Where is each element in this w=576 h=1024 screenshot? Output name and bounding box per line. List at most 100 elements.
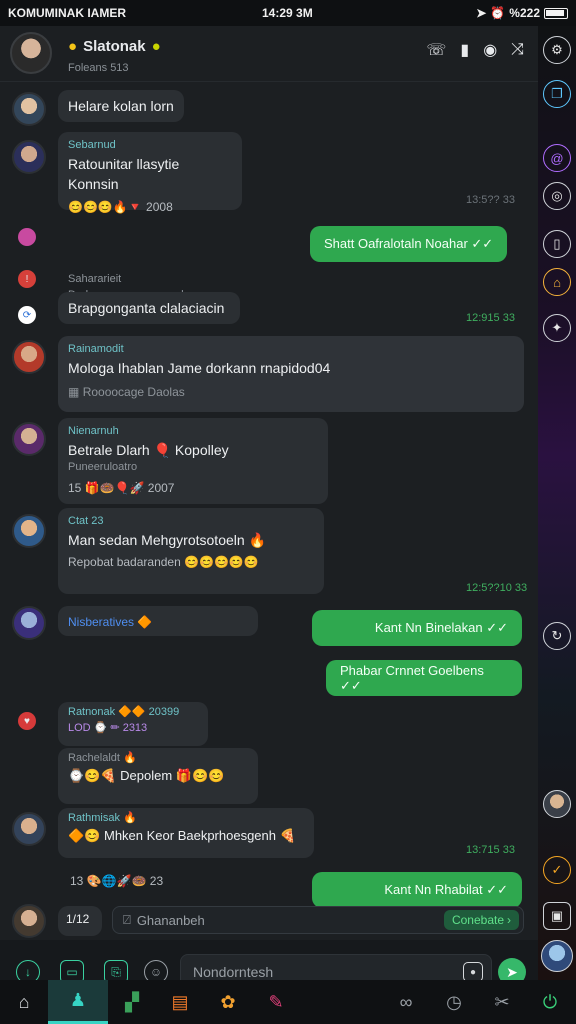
avatar[interactable]: [12, 514, 46, 548]
message-bubble[interactable]: Rainamodit Mologa Ihablan Jame dorkann r…: [58, 336, 524, 412]
lock-icon[interactable]: ⌂: [543, 268, 571, 296]
message-text: Ratounitar llasytie Konnsin: [68, 155, 180, 193]
chat-subtitle: Foleans 513: [68, 62, 129, 74]
reload-icon[interactable]: ↻: [543, 622, 571, 650]
message-subtitle: LOD ⌚ ✏ 2313: [68, 721, 148, 734]
message-bubble[interactable]: Brapgonganta clalaciacin: [58, 292, 240, 325]
outgoing-message[interactable]: Kant Nn Binelakan ✓✓: [312, 610, 522, 646]
avatar[interactable]: [12, 140, 46, 174]
message-bubble[interactable]: Rathmisak 🔥 🔶😊 Mhken Keor Baekprhoesgenh…: [58, 808, 314, 858]
gallery-icon[interactable]: ▞: [108, 980, 156, 1024]
reply-icon: ⍁: [123, 912, 131, 927]
camera-icon[interactable]: ●: [463, 962, 483, 982]
reactions[interactable]: 15 🎁🍩🎈🚀 2007: [68, 480, 318, 497]
alert-icon: !: [18, 270, 36, 288]
mention-icon[interactable]: @: [543, 144, 571, 172]
message-bubble[interactable]: Nisberatives 🔶: [58, 606, 258, 636]
verified-icon: ●: [151, 38, 161, 55]
chat-bubbles-icon[interactable]: ❐: [543, 80, 571, 108]
grid-icon: ▦: [68, 385, 80, 400]
outgoing-message[interactable]: Shatt Oafralotaln Noahar ✓✓: [310, 226, 508, 262]
message-text: Betrale Dlarh 🎈 Kopolley: [68, 441, 229, 458]
bottom-nav: ⌂ ♟ ▞ ▤ ✿ ✎ ∞ ◷ ✂ ⏻: [0, 980, 576, 1024]
paint-icon[interactable]: ✎: [252, 980, 300, 1024]
battery-icon: [544, 7, 568, 19]
check-badge-icon[interactable]: ✓: [543, 856, 571, 884]
calendar-icon[interactable]: ▤: [156, 980, 204, 1024]
message-bubble[interactable]: Sebarnud Ratounitar llasytie Konnsin 😊😊😊…: [58, 132, 242, 214]
bookmark-icon[interactable]: ▯: [543, 230, 571, 258]
reply-placeholder: Ghananbeh: [136, 912, 205, 928]
status-bar: KOMUMINAK IAMER 14:29 3M ➤ ⏰ %222: [0, 0, 576, 26]
community-icon[interactable]: ♟: [48, 980, 108, 1024]
contact-avatar[interactable]: [10, 32, 52, 74]
games-icon[interactable]: ✿: [204, 980, 252, 1024]
chat-title-text: Slatonak: [83, 38, 146, 55]
link-icon[interactable]: ∞: [382, 980, 430, 1024]
bulb-icon[interactable]: ✦: [543, 314, 571, 342]
chat-area: ● Slatonak ● Foleans 513 ☏ ▮ ◉ ⤨ Helare …: [0, 26, 538, 1006]
sender-name: Rainamodit: [68, 343, 124, 355]
message-footer[interactable]: Repobat badaranden 😊😊😊😊😊: [68, 554, 314, 571]
message-text: Helare kolan lorn: [68, 98, 174, 114]
settings-icon[interactable]: ⚙: [543, 36, 571, 64]
message-text: ⌚😊🍕 Depolem 🎁😊😊: [68, 767, 225, 783]
home-icon[interactable]: ⌂: [0, 980, 48, 1024]
call-icon[interactable]: ☏: [426, 40, 446, 60]
message-bubble[interactable]: Nienarnuh Betrale Dlarh 🎈 Kopolley Punee…: [58, 418, 328, 504]
message-bubble[interactable]: Ratnonak 🔶🔶 20399 LOD ⌚ ✏ 2313: [58, 702, 208, 746]
message-footer: ▦ Roooocage Daolas: [68, 384, 514, 401]
reactions[interactable]: 13 🎨🌐🚀🍩 23: [70, 874, 163, 888]
sender-name: Rathmisak 🔥: [68, 812, 137, 824]
share-icon[interactable]: ⤨: [511, 41, 524, 59]
window-icon[interactable]: ▣: [543, 902, 571, 930]
sender-name: Sebarnud: [68, 139, 116, 151]
status-icons: ➤ ⏰ %222: [476, 6, 568, 20]
tools-icon[interactable]: ✂: [478, 980, 526, 1024]
avatar[interactable]: [12, 904, 46, 938]
avatar[interactable]: [12, 422, 46, 456]
message-time: 13:5?? 33: [466, 194, 515, 206]
reply-compose-bar[interactable]: ⍁ Ghananbeh Conebate ›: [112, 906, 524, 934]
user-avatar-icon[interactable]: [543, 790, 571, 818]
message-footer-text: Roooocage Daolas: [82, 385, 185, 400]
message-text: 1/12: [66, 912, 90, 926]
outgoing-message[interactable]: Kant Nn Rhabilat ✓✓: [312, 872, 522, 908]
chat-title[interactable]: ● Slatonak ●: [68, 38, 161, 55]
compass-icon[interactable]: ◎: [543, 182, 571, 210]
group-icon: ●: [68, 38, 78, 55]
pin-marker-icon: [18, 228, 36, 246]
compose-button[interactable]: Conebate ›: [443, 910, 519, 930]
chevron-right-icon: ›: [507, 913, 511, 927]
pin-icon[interactable]: ▮: [460, 40, 469, 60]
sender-name: Sahararieit: [68, 273, 122, 285]
message-input-placeholder: Nondorntesh: [193, 964, 274, 980]
profile-icon[interactable]: ◉: [483, 40, 497, 60]
alarm-icon: ⏰: [490, 6, 506, 20]
message-bubble[interactable]: Ctat 23 Man sedan Mehgyrotsotoeln 🔥 Repo…: [58, 508, 324, 594]
heart-icon: ♥: [18, 712, 36, 730]
message-bubble[interactable]: Helare kolan lorn: [58, 90, 184, 123]
avatar[interactable]: [12, 606, 46, 640]
battery-text: %222: [509, 6, 540, 20]
message-text: Shatt Oafralotaln Noahar ✓✓: [324, 236, 494, 251]
reactions[interactable]: 😊😊😊🔥🔻 2008: [68, 199, 232, 216]
power-icon[interactable]: ⏻: [526, 980, 574, 1024]
outgoing-message[interactable]: Phabar Crnnet Goelbens ✓✓: [326, 660, 522, 696]
timer-icon[interactable]: ◷: [430, 980, 478, 1024]
message-time: 12:5??10 33: [466, 582, 528, 594]
avatar[interactable]: [12, 92, 46, 126]
message-subtitle: Puneeruloatro: [68, 461, 138, 474]
message-bubble[interactable]: 1/12: [58, 906, 102, 936]
avatar[interactable]: [12, 812, 46, 846]
message-text: Kant Nn Rhabilat ✓✓: [384, 882, 508, 897]
chat-header: ● Slatonak ● Foleans 513 ☏ ▮ ◉ ⤨: [0, 26, 538, 82]
message-text: Brapgonganta clalaciacin: [68, 300, 225, 316]
compose-button-label: Conebate: [451, 913, 504, 927]
refresh-icon: ⟳: [18, 306, 36, 324]
profile-avatar-icon[interactable]: [541, 940, 573, 972]
message-time: 12:915 33: [466, 312, 515, 324]
message-bubble[interactable]: Rachelaldt 🔥 ⌚😊🍕 Depolem 🎁😊😊: [58, 748, 258, 804]
sender-name: Nisberatives 🔶: [68, 615, 153, 629]
avatar[interactable]: [12, 340, 46, 374]
